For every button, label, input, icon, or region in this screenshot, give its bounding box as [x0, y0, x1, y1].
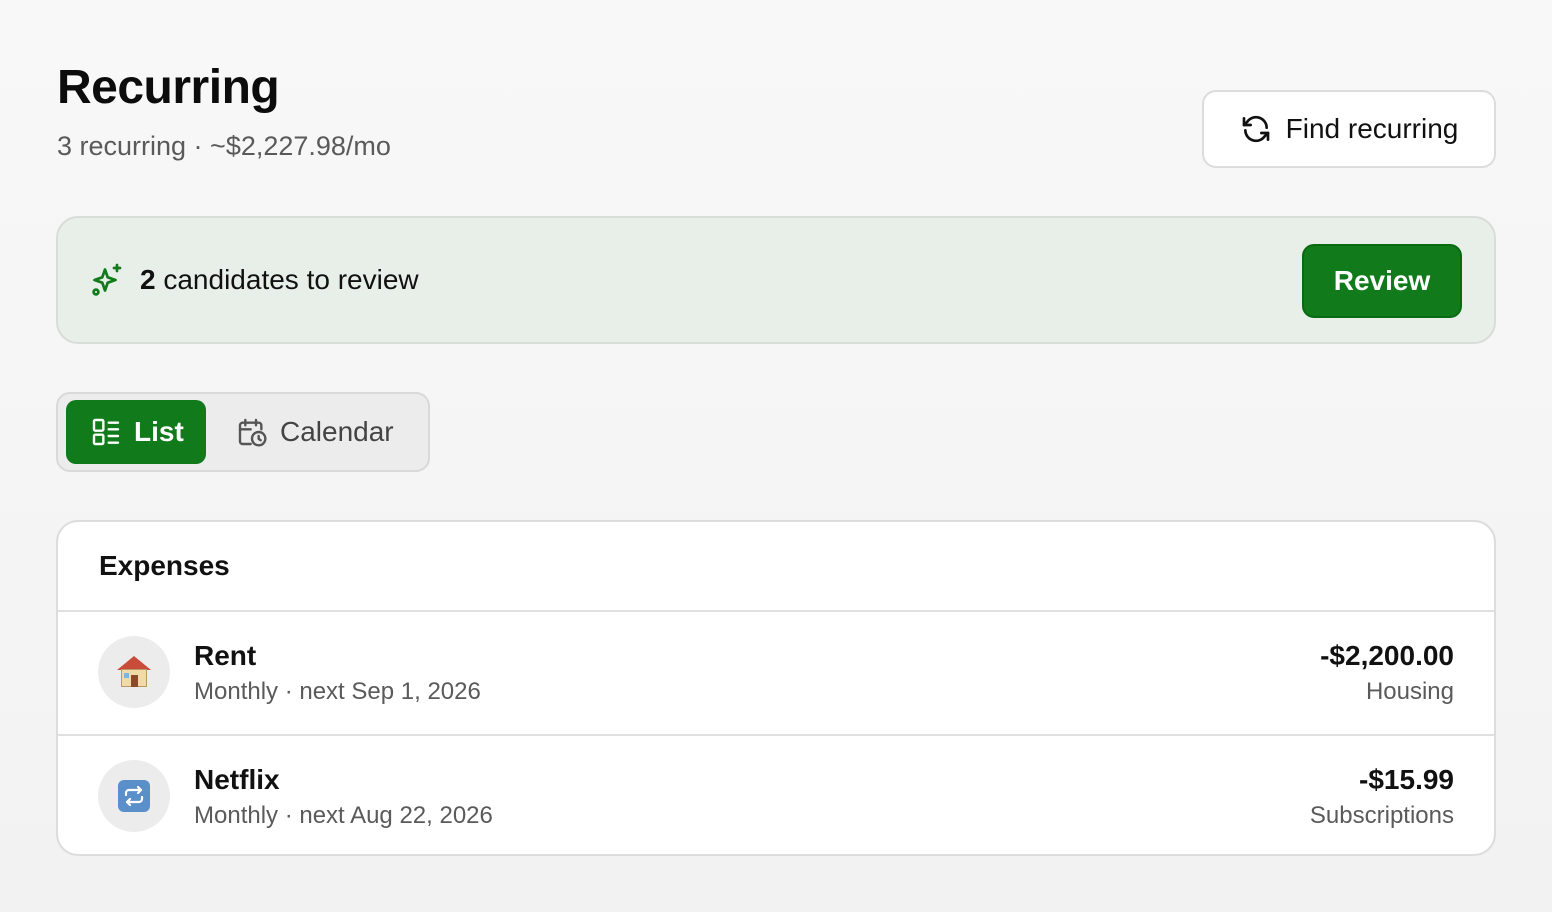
house-icon — [117, 656, 151, 688]
find-recurring-button[interactable]: Find recurring — [1202, 90, 1496, 168]
refresh-icon — [1242, 115, 1269, 143]
tab-calendar[interactable]: Calendar — [228, 400, 418, 464]
avatar — [98, 760, 170, 832]
list-item[interactable]: Rent Monthly · next Sep 1, 2026 -$2,200.… — [58, 612, 1494, 734]
recurring-page: Recurring 3 recurring · ~$2,227.98/mo Fi… — [0, 0, 1552, 912]
sparkle-icon — [92, 263, 122, 296]
list-icon — [92, 418, 120, 446]
expenses-card: Expenses Rent Monthly · next Sep 1, 2026… — [56, 520, 1496, 856]
candidate-count: 2 — [140, 264, 156, 295]
item-meta: Monthly · next Aug 22, 2026 — [194, 802, 493, 829]
item-amount: -$15.99 — [1359, 764, 1454, 795]
tab-calendar-label: Calendar — [280, 416, 394, 447]
list-item[interactable]: Netflix Monthly · next Aug 22, 2026 -$15… — [58, 734, 1494, 854]
candidate-text: candidates to review — [155, 264, 419, 295]
review-banner: 2 candidates to review Review — [56, 216, 1496, 344]
find-recurring-label: Find recurring — [1285, 113, 1459, 144]
tab-list[interactable]: List — [66, 400, 206, 464]
item-amount: -$2,200.00 — [1320, 640, 1454, 671]
tab-list-label: List — [134, 416, 184, 447]
item-meta: Monthly · next Sep 1, 2026 — [194, 678, 481, 705]
item-category: Housing — [1365, 678, 1454, 705]
view-toggle: List Calendar — [56, 392, 430, 472]
avatar — [98, 636, 170, 708]
calendar-clock-icon — [238, 418, 267, 447]
page-subtitle: 3 recurring · ~$2,227.98/mo — [57, 131, 391, 161]
item-name: Netflix — [194, 764, 280, 795]
item-category: Subscriptions — [1309, 802, 1454, 829]
page-title: Recurring — [57, 61, 280, 114]
expenses-heading: Expenses — [58, 522, 1494, 612]
repeat-icon — [118, 780, 150, 812]
review-button[interactable]: Review — [1302, 244, 1462, 318]
review-banner-text: 2 candidates to review — [140, 264, 419, 296]
item-name: Rent — [194, 640, 257, 671]
